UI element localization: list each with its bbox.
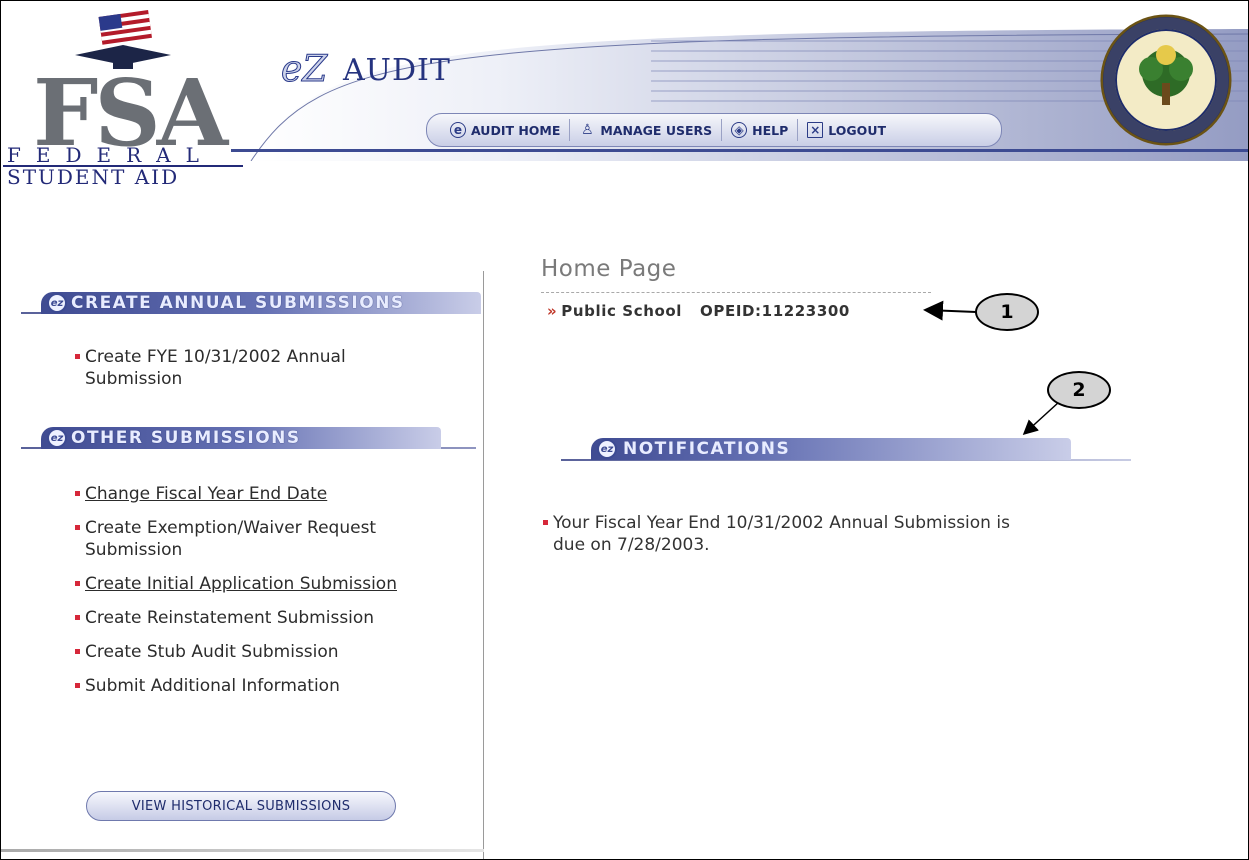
users-icon: ♙ bbox=[581, 122, 594, 138]
logout-icon: × bbox=[807, 122, 824, 138]
sidebar-item-reinstatement[interactable]: Create Reinstatement Submission bbox=[75, 607, 445, 629]
notifications-heading: NOTIFICATIONS bbox=[623, 439, 791, 459]
ez-icon: ez bbox=[47, 428, 67, 448]
sidebar-item-label: Create Reinstatement Submission bbox=[85, 608, 375, 628]
school-info: » Public School OPEID:11223300 bbox=[547, 302, 850, 320]
page-frame: FSA FEDERAL STUDENT AID eZ AUDIT e AUDIT… bbox=[0, 0, 1249, 860]
school-name: Public School bbox=[561, 302, 683, 320]
annual-links: Create FYE 10/31/2002 Annual Submission bbox=[75, 346, 445, 402]
page-title: Home Page bbox=[541, 256, 677, 282]
double-chevron-icon: » bbox=[547, 302, 558, 320]
sidebar-item-exemption-waiver[interactable]: Create Exemption/Waiver Request Submissi… bbox=[75, 517, 445, 561]
callout-2-arrow bbox=[1022, 401, 1060, 436]
nav-audit-home-label: AUDIT HOME bbox=[471, 122, 561, 138]
notifications-header: ez NOTIFICATIONS bbox=[541, 431, 1131, 463]
notification-item: Your Fiscal Year End 10/31/2002 Annual S… bbox=[543, 512, 1013, 556]
nav-manage-users[interactable]: ♙ MANAGE USERS bbox=[570, 119, 723, 141]
app-title: AUDIT bbox=[343, 53, 451, 88]
sidebar-item-label: Create Initial Application Submission bbox=[85, 574, 397, 594]
nav-manage-users-label: MANAGE USERS bbox=[600, 122, 713, 138]
student-aid-text: STUDENT AID bbox=[7, 165, 180, 189]
callout-1-arrow bbox=[923, 300, 977, 321]
sidebar-item-change-fiscal-year[interactable]: Change Fiscal Year End Date bbox=[75, 483, 445, 505]
sidebar-item-annual-submission[interactable]: Create FYE 10/31/2002 Annual Submission bbox=[75, 346, 445, 390]
annual-submissions-heading: CREATE ANNUAL SUBMISSIONS bbox=[71, 293, 405, 313]
ez-icon: ez bbox=[47, 293, 67, 313]
ez-badge: eZ bbox=[280, 49, 328, 91]
nav-logout-label: LOGOUT bbox=[828, 122, 886, 138]
sidebar-item-stub-audit[interactable]: Create Stub Audit Submission bbox=[75, 641, 445, 663]
sidebar-item-label: Create Exemption/Waiver Request Submissi… bbox=[85, 518, 377, 560]
other-links: Change Fiscal Year End Date Create Exemp… bbox=[75, 483, 445, 709]
ez-icon: ez bbox=[597, 439, 617, 459]
sidebar-item-label: Create Stub Audit Submission bbox=[85, 642, 339, 662]
nav-logout[interactable]: × LOGOUT bbox=[798, 119, 895, 141]
school-opeid: OPEID:11223300 bbox=[700, 302, 850, 320]
sidebar: ez CREATE ANNUAL SUBMISSIONS Create FYE … bbox=[1, 256, 484, 859]
sidebar-item-label: Submit Additional Information bbox=[85, 676, 340, 696]
callout-1: 1 bbox=[975, 293, 1039, 331]
fsa-logo[interactable]: FSA FEDERAL STUDENT AID bbox=[3, 9, 253, 189]
title-rule bbox=[541, 292, 931, 293]
sidebar-bottom-rule bbox=[1, 849, 484, 852]
department-of-education-seal-icon bbox=[1100, 14, 1232, 146]
callout-2: 2 bbox=[1047, 371, 1111, 409]
ez-icon: e bbox=[450, 122, 466, 138]
sidebar-item-additional-info[interactable]: Submit Additional Information bbox=[75, 675, 445, 697]
nav-audit-home[interactable]: e AUDIT HOME bbox=[441, 119, 571, 141]
header: FSA FEDERAL STUDENT AID eZ AUDIT e AUDIT… bbox=[1, 1, 1248, 191]
annual-submissions-header: ez CREATE ANNUAL SUBMISSIONS bbox=[1, 288, 481, 318]
other-submissions-header: ez OTHER SUBMISSIONS bbox=[1, 423, 476, 453]
sidebar-item-label: Change Fiscal Year End Date bbox=[85, 484, 328, 504]
federal-text: FEDERAL bbox=[7, 143, 214, 167]
top-navigation: e AUDIT HOME ♙ MANAGE USERS ◈ HELP × LOG… bbox=[426, 113, 1002, 147]
notification-text: Your Fiscal Year End 10/31/2002 Annual S… bbox=[553, 513, 1010, 555]
nav-help-label: HELP bbox=[752, 122, 789, 138]
view-historical-submissions-button[interactable]: VIEW HISTORICAL SUBMISSIONS bbox=[86, 791, 396, 821]
other-submissions-heading: OTHER SUBMISSIONS bbox=[71, 428, 301, 448]
nav-help[interactable]: ◈ HELP bbox=[722, 119, 799, 141]
sidebar-item-label: Create FYE 10/31/2002 Annual Submission bbox=[85, 347, 346, 389]
sidebar-item-initial-application[interactable]: Create Initial Application Submission bbox=[75, 573, 445, 595]
help-icon: ◈ bbox=[731, 122, 748, 138]
